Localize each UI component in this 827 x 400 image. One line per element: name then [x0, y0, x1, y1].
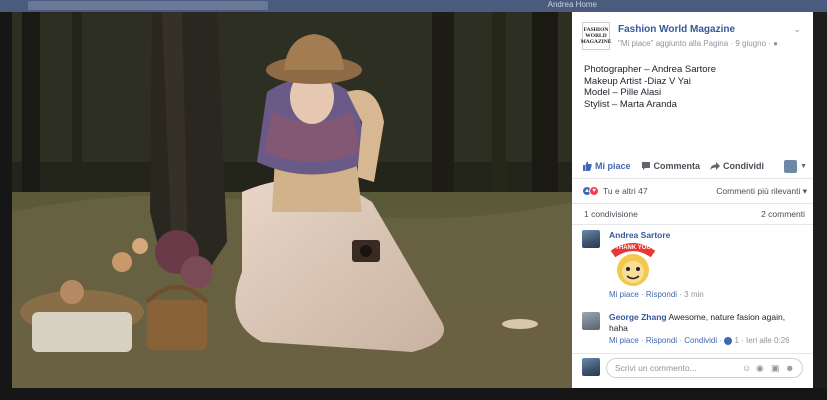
photo-viewer: Andrea Home FASHION WORLD MAGAZINE Fashi… [0, 0, 827, 400]
sticker-icon[interactable]: ☻ [785, 363, 794, 373]
avatar [582, 358, 600, 376]
comment-composer: Scrivi un commento... ☺ ◉ ▣ ☻ [582, 358, 807, 380]
gif-icon[interactable]: ▣ [771, 363, 780, 374]
credit-line: Stylist – Marta Aranda [584, 98, 677, 110]
like-label: Mi piace [595, 161, 631, 171]
comment-label: Commenta [653, 161, 701, 171]
share-as-selector[interactable]: ▼ [784, 159, 807, 173]
like-reaction-icon [724, 336, 733, 345]
right-gutter [813, 12, 827, 388]
page-logo[interactable]: FASHION WORLD MAGAZINE [580, 22, 612, 50]
like-button[interactable]: Mi piace [582, 161, 631, 171]
comment-time[interactable]: · Ieri alle 0:26 [741, 336, 789, 345]
share-icon [710, 162, 721, 170]
post-meta: "Mi piace" aggiunto alla Pagina · 9 giug… [618, 39, 778, 48]
page-name-link[interactable]: Fashion World Magazine [618, 24, 735, 35]
post-photo[interactable] [12, 12, 572, 388]
comment-reply-link[interactable]: Rispondi [646, 290, 677, 299]
caret-down-icon: ▼ [800, 162, 807, 170]
shares-count[interactable]: 1 condivisione [584, 209, 638, 219]
post-text: Photographer – Andrea Sartore Makeup Art… [584, 64, 716, 110]
search-bar[interactable] [28, 1, 268, 10]
reactions-row: ▲ ♥ Tu e altri 47 Commenti più rilevanti… [582, 184, 807, 198]
comment-like-link[interactable]: Mi piace [609, 336, 639, 345]
logo-line-3: MAGAZINE [580, 39, 612, 45]
counts-row: 1 condivisione 2 commenti [584, 209, 805, 219]
divider [572, 203, 813, 204]
thank-you-sticker: THANK YOU [609, 242, 657, 288]
comment-footer: Mi piace · Rispondi · 3 min [609, 290, 704, 299]
avatar [784, 159, 798, 173]
divider [572, 353, 813, 354]
camera-icon[interactable]: ◉ [756, 363, 764, 374]
comment-time[interactable]: · 3 min [679, 290, 703, 299]
globe-icon: ● [773, 39, 778, 48]
love-reaction-icon: ♥ [589, 186, 599, 196]
share-button[interactable]: Condividi [710, 161, 764, 171]
comment-author[interactable]: George Zhang [609, 312, 667, 322]
comment-icon [641, 162, 650, 170]
post-side-panel: FASHION WORLD MAGAZINE Fashion World Mag… [572, 12, 813, 388]
comment-footer: Mi piace · Rispondi · Condividi · 1 · Ie… [609, 336, 790, 345]
credit-line: Model – Pille Alasi [584, 87, 662, 98]
smiley-icon[interactable]: ☺ [742, 363, 751, 373]
topbar-user[interactable]: Andrea Home [548, 0, 597, 9]
photo-illustration [12, 12, 572, 388]
comment-item: Andrea Sartore THANK YOU Mi piace · Risp… [582, 230, 807, 308]
comment-share-link[interactable]: Condividi [684, 336, 717, 345]
avatar[interactable] [582, 312, 600, 330]
comment-body: Andrea Sartore THANK YOU Mi piace · Risp… [609, 230, 704, 299]
post-meta-action: "Mi piace" aggiunto alla Pagina [618, 39, 729, 48]
comment-content: George Zhang Awesome, nature fasion agai… [609, 312, 804, 334]
thumbs-up-icon [583, 161, 592, 171]
credit-line: Photographer – Andrea Sartore [584, 64, 717, 75]
reactions-summary[interactable]: Tu e altri 47 [603, 186, 648, 196]
top-navigation-bar: Andrea Home [0, 0, 827, 12]
comment-item: George Zhang Awesome, nature fasion agai… [582, 312, 807, 352]
comment-body: George Zhang Awesome, nature fasion agai… [609, 312, 804, 345]
post-header: FASHION WORLD MAGAZINE Fashion World Mag… [580, 22, 807, 64]
comment-order-dropdown[interactable]: Commenti più rilevanti ▾ [716, 186, 807, 197]
post-date-link[interactable]: · 9 giugno · [730, 39, 770, 48]
divider [572, 224, 813, 225]
post-actions: Mi piace Commenta Condividi ▼ [582, 157, 807, 175]
credit-line: Makeup Artist -Diaz V Yai [584, 75, 691, 87]
sticker-text: THANK YOU [615, 245, 651, 251]
comment-author[interactable]: Andrea Sartore [609, 230, 704, 240]
chevron-down-icon[interactable]: ⌄ [793, 24, 801, 35]
comment-button[interactable]: Commenta [641, 161, 701, 171]
comment-like-link[interactable]: Mi piace [609, 290, 639, 299]
comment-reply-link[interactable]: Rispondi [646, 336, 677, 345]
comments-count[interactable]: 2 commenti [761, 209, 805, 219]
comment-like-count[interactable]: 1 [734, 336, 738, 345]
divider [572, 178, 813, 179]
share-label: Condividi [723, 161, 765, 171]
avatar[interactable] [582, 230, 600, 248]
